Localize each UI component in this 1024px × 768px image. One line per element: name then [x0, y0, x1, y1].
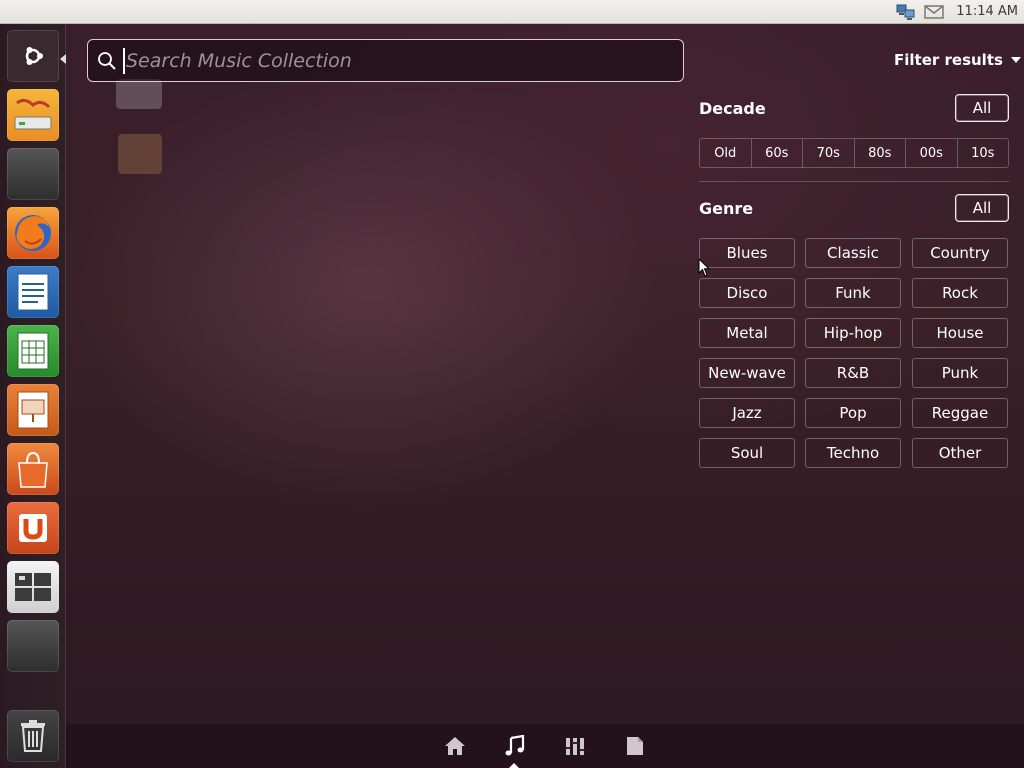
network-icon[interactable] — [894, 2, 918, 22]
clock[interactable]: 11:14 AM — [956, 4, 1018, 19]
ubuntu-one-icon — [19, 514, 47, 542]
firefox-button[interactable] — [7, 207, 59, 259]
search-icon — [98, 51, 116, 70]
writer-button[interactable] — [7, 266, 59, 318]
calc-button[interactable] — [7, 325, 59, 377]
decade-option[interactable]: 00s — [906, 139, 958, 167]
decade-option[interactable]: 60s — [752, 139, 803, 167]
dash-home-button[interactable] — [7, 30, 59, 82]
divider — [699, 181, 1009, 182]
home-icon — [445, 737, 465, 755]
firefox-icon — [15, 215, 51, 251]
decade-all-button[interactable]: All — [955, 94, 1009, 122]
lens-bar — [66, 724, 1024, 768]
filter-results-label: Filter results — [894, 51, 1003, 69]
search-box[interactable] — [87, 39, 684, 82]
music-lens-button[interactable] — [503, 734, 527, 758]
genre-button[interactable]: Metal — [699, 318, 795, 348]
genre-button[interactable]: Pop — [805, 398, 901, 428]
bag-icon — [18, 451, 48, 488]
genre-button[interactable]: Reggae — [912, 398, 1008, 428]
workspace-icon — [15, 573, 51, 601]
search-input[interactable] — [126, 49, 626, 72]
genre-button[interactable]: Techno — [805, 438, 901, 468]
genre-button[interactable]: Funk — [805, 278, 901, 308]
text-cursor — [123, 47, 125, 74]
genre-button[interactable]: Other — [912, 438, 1008, 468]
genre-button[interactable]: House — [912, 318, 1008, 348]
impress-button[interactable] — [7, 384, 59, 436]
genre-button[interactable]: Disco — [699, 278, 795, 308]
decade-title: Decade — [699, 99, 766, 118]
decade-option[interactable]: 10s — [958, 139, 1009, 167]
decade-option[interactable]: 80s — [855, 139, 906, 167]
installer-icon — [14, 98, 52, 130]
genre-button[interactable]: Blues — [699, 238, 795, 268]
caret-down-icon — [1010, 57, 1021, 63]
home-lens-button[interactable] — [443, 734, 467, 758]
mouse-pointer-icon — [698, 258, 711, 277]
workspaces-button[interactable] — [7, 561, 59, 613]
decade-filter-bar: Old 60s 70s 80s 00s 10s — [699, 138, 1009, 168]
genre-button[interactable]: Jazz — [699, 398, 795, 428]
ghost-result-1 — [116, 79, 162, 109]
genre-button[interactable]: Rock — [912, 278, 1008, 308]
genre-button[interactable]: Punk — [912, 358, 1008, 388]
dash: Filter results Decade All Old 60s 70s 80… — [66, 24, 1024, 768]
decade-option[interactable]: Old — [700, 139, 752, 167]
writer-icon — [17, 273, 49, 311]
music-icon — [505, 735, 525, 756]
genre-button[interactable]: New-wave — [699, 358, 795, 388]
decade-option[interactable]: 70s — [803, 139, 855, 167]
calc-icon — [17, 332, 49, 370]
blank-launcher-button-1[interactable] — [7, 148, 59, 200]
filter-results-toggle[interactable]: Filter results — [894, 51, 1021, 69]
top-panel: 11:14 AM — [0, 0, 1024, 24]
ghost-result-2 — [118, 134, 162, 174]
installer-button[interactable] — [7, 89, 59, 141]
active-lens-indicator — [509, 763, 519, 768]
applications-lens-button[interactable] — [563, 734, 587, 758]
files-lens-button[interactable] — [623, 734, 647, 758]
applications-icon — [565, 738, 585, 755]
software-center-button[interactable] — [7, 443, 59, 495]
ubuntu-logo-icon — [25, 47, 43, 65]
genre-all-button[interactable]: All — [955, 194, 1009, 222]
genre-button[interactable]: Hip-hop — [805, 318, 901, 348]
trash-icon — [21, 720, 45, 752]
file-icon — [627, 737, 643, 755]
genre-button[interactable]: Soul — [699, 438, 795, 468]
ubuntu-one-button[interactable] — [7, 502, 59, 554]
blank-launcher-button-2[interactable] — [7, 620, 59, 672]
genre-button[interactable]: Classic — [805, 238, 901, 268]
mail-icon[interactable] — [922, 2, 946, 22]
launcher — [0, 24, 66, 768]
genre-button[interactable]: R&B — [805, 358, 901, 388]
trash-button[interactable] — [7, 710, 59, 762]
impress-icon — [17, 391, 49, 429]
genre-title: Genre — [699, 199, 754, 218]
genre-button[interactable]: Country — [912, 238, 1008, 268]
